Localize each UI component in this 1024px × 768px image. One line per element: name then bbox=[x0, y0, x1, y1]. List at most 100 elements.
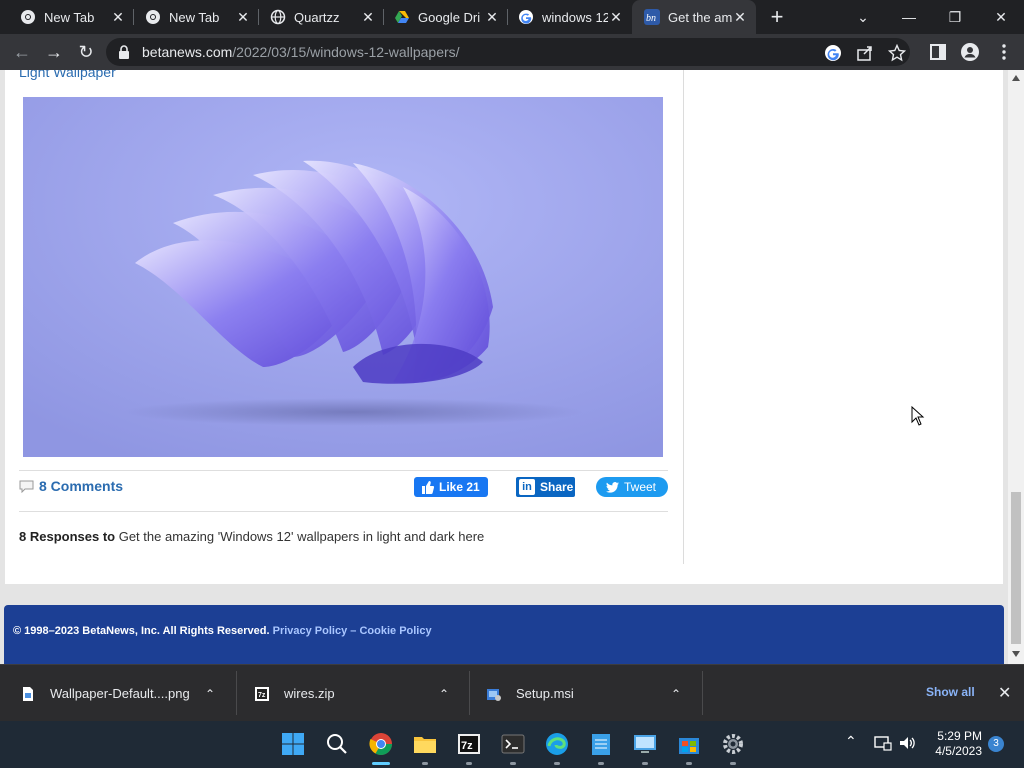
download-item[interactable]: Wallpaper-Default....png ⌃ bbox=[0, 665, 236, 722]
tab-new-tab-2[interactable]: New Tab ✕ bbox=[125, 0, 259, 34]
tab-strip: New Tab ✕ New Tab ✕ Quartzz ✕ Google Dri… bbox=[0, 0, 1024, 34]
windows-taskbar: 7z ⌃ 5:29 PM 4/5/2023 3 bbox=[0, 721, 1024, 768]
new-tab-button[interactable]: + bbox=[766, 6, 788, 29]
restore-icon[interactable]: ❐ bbox=[932, 0, 978, 34]
twitter-tweet-button[interactable]: Tweet bbox=[596, 477, 668, 497]
share-icon[interactable] bbox=[856, 44, 874, 62]
microsoft-store-icon[interactable] bbox=[676, 731, 702, 765]
bookmark-star-icon[interactable] bbox=[888, 44, 906, 62]
facebook-like-label: Like 21 bbox=[439, 480, 480, 494]
url-host: betanews.com bbox=[142, 44, 233, 60]
search-icon[interactable] bbox=[324, 731, 350, 757]
close-tab-icon[interactable]: ✕ bbox=[110, 9, 126, 25]
close-downloads-bar-icon[interactable]: ✕ bbox=[998, 683, 1011, 703]
linkedin-share-button[interactable]: in Share bbox=[516, 477, 575, 497]
chrome-taskbar-icon[interactable] bbox=[368, 731, 394, 765]
reload-icon[interactable]: ↻ bbox=[74, 40, 98, 64]
page-viewport: Light Wallpaper 8 Comments Like 21 in Sh… bbox=[0, 70, 1008, 664]
7zip-taskbar-icon[interactable]: 7z bbox=[456, 731, 482, 765]
notification-count-badge[interactable]: 3 bbox=[988, 736, 1004, 752]
tab-title: windows 12 bbox=[542, 9, 608, 25]
clock-date: 4/5/2023 bbox=[935, 744, 982, 758]
image-file-icon bbox=[23, 686, 33, 701]
footer-text: © 1998–2023 BetaNews, Inc. All Rights Re… bbox=[13, 625, 432, 637]
google-drive-icon bbox=[395, 11, 409, 23]
forward-arrow-icon[interactable]: → bbox=[42, 40, 66, 64]
download-item[interactable]: 7z wires.zip ⌃ bbox=[234, 665, 470, 722]
close-tab-icon[interactable]: ✕ bbox=[732, 9, 748, 25]
download-filename: Setup.msi bbox=[516, 686, 574, 701]
privacy-policy-link[interactable]: Privacy Policy bbox=[273, 625, 348, 637]
side-panel-icon[interactable] bbox=[928, 42, 948, 62]
scroll-down-arrow-icon[interactable] bbox=[1012, 650, 1020, 658]
windows-start-icon[interactable] bbox=[280, 731, 306, 757]
twitter-tweet-label: Tweet bbox=[624, 480, 657, 494]
comments-count: 8 Comments bbox=[39, 478, 124, 494]
tab-search-chevron-icon[interactable]: ⌄ bbox=[840, 0, 886, 34]
tab-title: New Tab bbox=[169, 9, 220, 25]
tab-new-tab-1[interactable]: New Tab ✕ bbox=[0, 0, 134, 34]
footer-separator: – bbox=[350, 625, 357, 637]
notepad-icon[interactable] bbox=[588, 731, 614, 765]
chevron-up-icon[interactable]: ⌃ bbox=[666, 687, 686, 701]
close-window-icon[interactable]: ✕ bbox=[978, 0, 1024, 34]
facebook-like-button[interactable]: Like 21 bbox=[414, 477, 488, 497]
cookie-policy-link[interactable]: Cookie Policy bbox=[359, 625, 431, 637]
mouse-cursor-icon bbox=[911, 406, 925, 426]
more-menu-icon[interactable] bbox=[994, 42, 1014, 62]
back-arrow-icon[interactable]: ← bbox=[10, 40, 34, 64]
tab-google-drive[interactable]: Google Dri ✕ bbox=[374, 0, 508, 34]
svg-text:7z: 7z bbox=[258, 692, 266, 699]
responses-count: 8 Responses to bbox=[19, 529, 116, 544]
page-scrollbar[interactable] bbox=[1008, 70, 1024, 664]
google-icon bbox=[519, 10, 533, 24]
browser-toolbar: ← → ↻ betanews.com/2022/03/15/windows-12… bbox=[0, 34, 1024, 70]
comments-link[interactable]: 8 Comments bbox=[19, 478, 123, 494]
installer-file-icon bbox=[487, 688, 501, 701]
system-clock[interactable]: 5:29 PM 4/5/2023 bbox=[930, 729, 982, 759]
close-tab-icon[interactable]: ✕ bbox=[235, 9, 251, 25]
globe-icon bbox=[270, 9, 286, 25]
network-icon[interactable] bbox=[874, 735, 892, 751]
copyright-text: © 1998–2023 BetaNews, Inc. All Rights Re… bbox=[13, 625, 270, 637]
tab-quartzz[interactable]: Quartzz ✕ bbox=[250, 0, 384, 34]
chevron-up-icon[interactable]: ⌃ bbox=[200, 687, 220, 701]
responses-article-title: Get the amazing 'Windows 12' wallpapers … bbox=[118, 529, 485, 544]
show-all-downloads-link[interactable]: Show all bbox=[926, 685, 975, 699]
close-tab-icon[interactable]: ✕ bbox=[608, 9, 624, 25]
minimize-icon[interactable]: — bbox=[886, 0, 932, 34]
twitter-bird-icon bbox=[606, 481, 619, 493]
volume-icon[interactable] bbox=[899, 735, 917, 751]
responses-heading: 8 Responses to Get the amazing 'Windows … bbox=[19, 529, 484, 544]
edge-icon[interactable] bbox=[544, 731, 570, 765]
settings-gear-icon[interactable] bbox=[720, 731, 746, 765]
linkedin-share-label: Share bbox=[540, 480, 574, 494]
download-item[interactable]: Setup.msi ⌃ bbox=[466, 665, 702, 722]
lock-icon[interactable] bbox=[118, 45, 130, 59]
comment-bubble-icon bbox=[19, 480, 34, 493]
url-text: betanews.com/2022/03/15/windows-12-wallp… bbox=[142, 44, 460, 60]
terminal-icon[interactable] bbox=[500, 731, 526, 765]
wallpaper-image[interactable] bbox=[23, 97, 663, 457]
address-bar[interactable]: betanews.com/2022/03/15/windows-12-wallp… bbox=[106, 38, 910, 66]
windows-12-bloom-graphic bbox=[23, 97, 663, 457]
url-path: /2022/03/15/windows-12-wallpapers/ bbox=[232, 44, 460, 60]
svg-text:bn: bn bbox=[646, 13, 656, 24]
google-lens-icon[interactable] bbox=[824, 44, 842, 62]
scroll-up-arrow-icon[interactable] bbox=[1012, 74, 1020, 82]
tab-title: Quartzz bbox=[294, 9, 340, 25]
chevron-up-icon[interactable]: ⌃ bbox=[434, 687, 454, 701]
remote-desktop-icon[interactable] bbox=[632, 731, 658, 765]
divider bbox=[19, 470, 668, 471]
profile-avatar-icon[interactable] bbox=[960, 42, 980, 62]
scrollbar-thumb[interactable] bbox=[1011, 492, 1021, 644]
tab-title: New Tab bbox=[44, 9, 95, 25]
show-hidden-icons-chevron-icon[interactable]: ⌃ bbox=[845, 733, 857, 750]
tab-windows-12-search[interactable]: windows 12 ✕ bbox=[498, 0, 632, 34]
light-wallpaper-link[interactable]: Light Wallpaper bbox=[19, 70, 116, 80]
file-explorer-icon[interactable] bbox=[412, 731, 438, 765]
tab-title: Google Dri bbox=[418, 9, 481, 25]
7zip-file-icon: 7z bbox=[255, 686, 269, 701]
betanews-icon: bn bbox=[644, 9, 660, 25]
tab-active-betanews[interactable]: bn Get the am ✕ bbox=[632, 0, 756, 34]
